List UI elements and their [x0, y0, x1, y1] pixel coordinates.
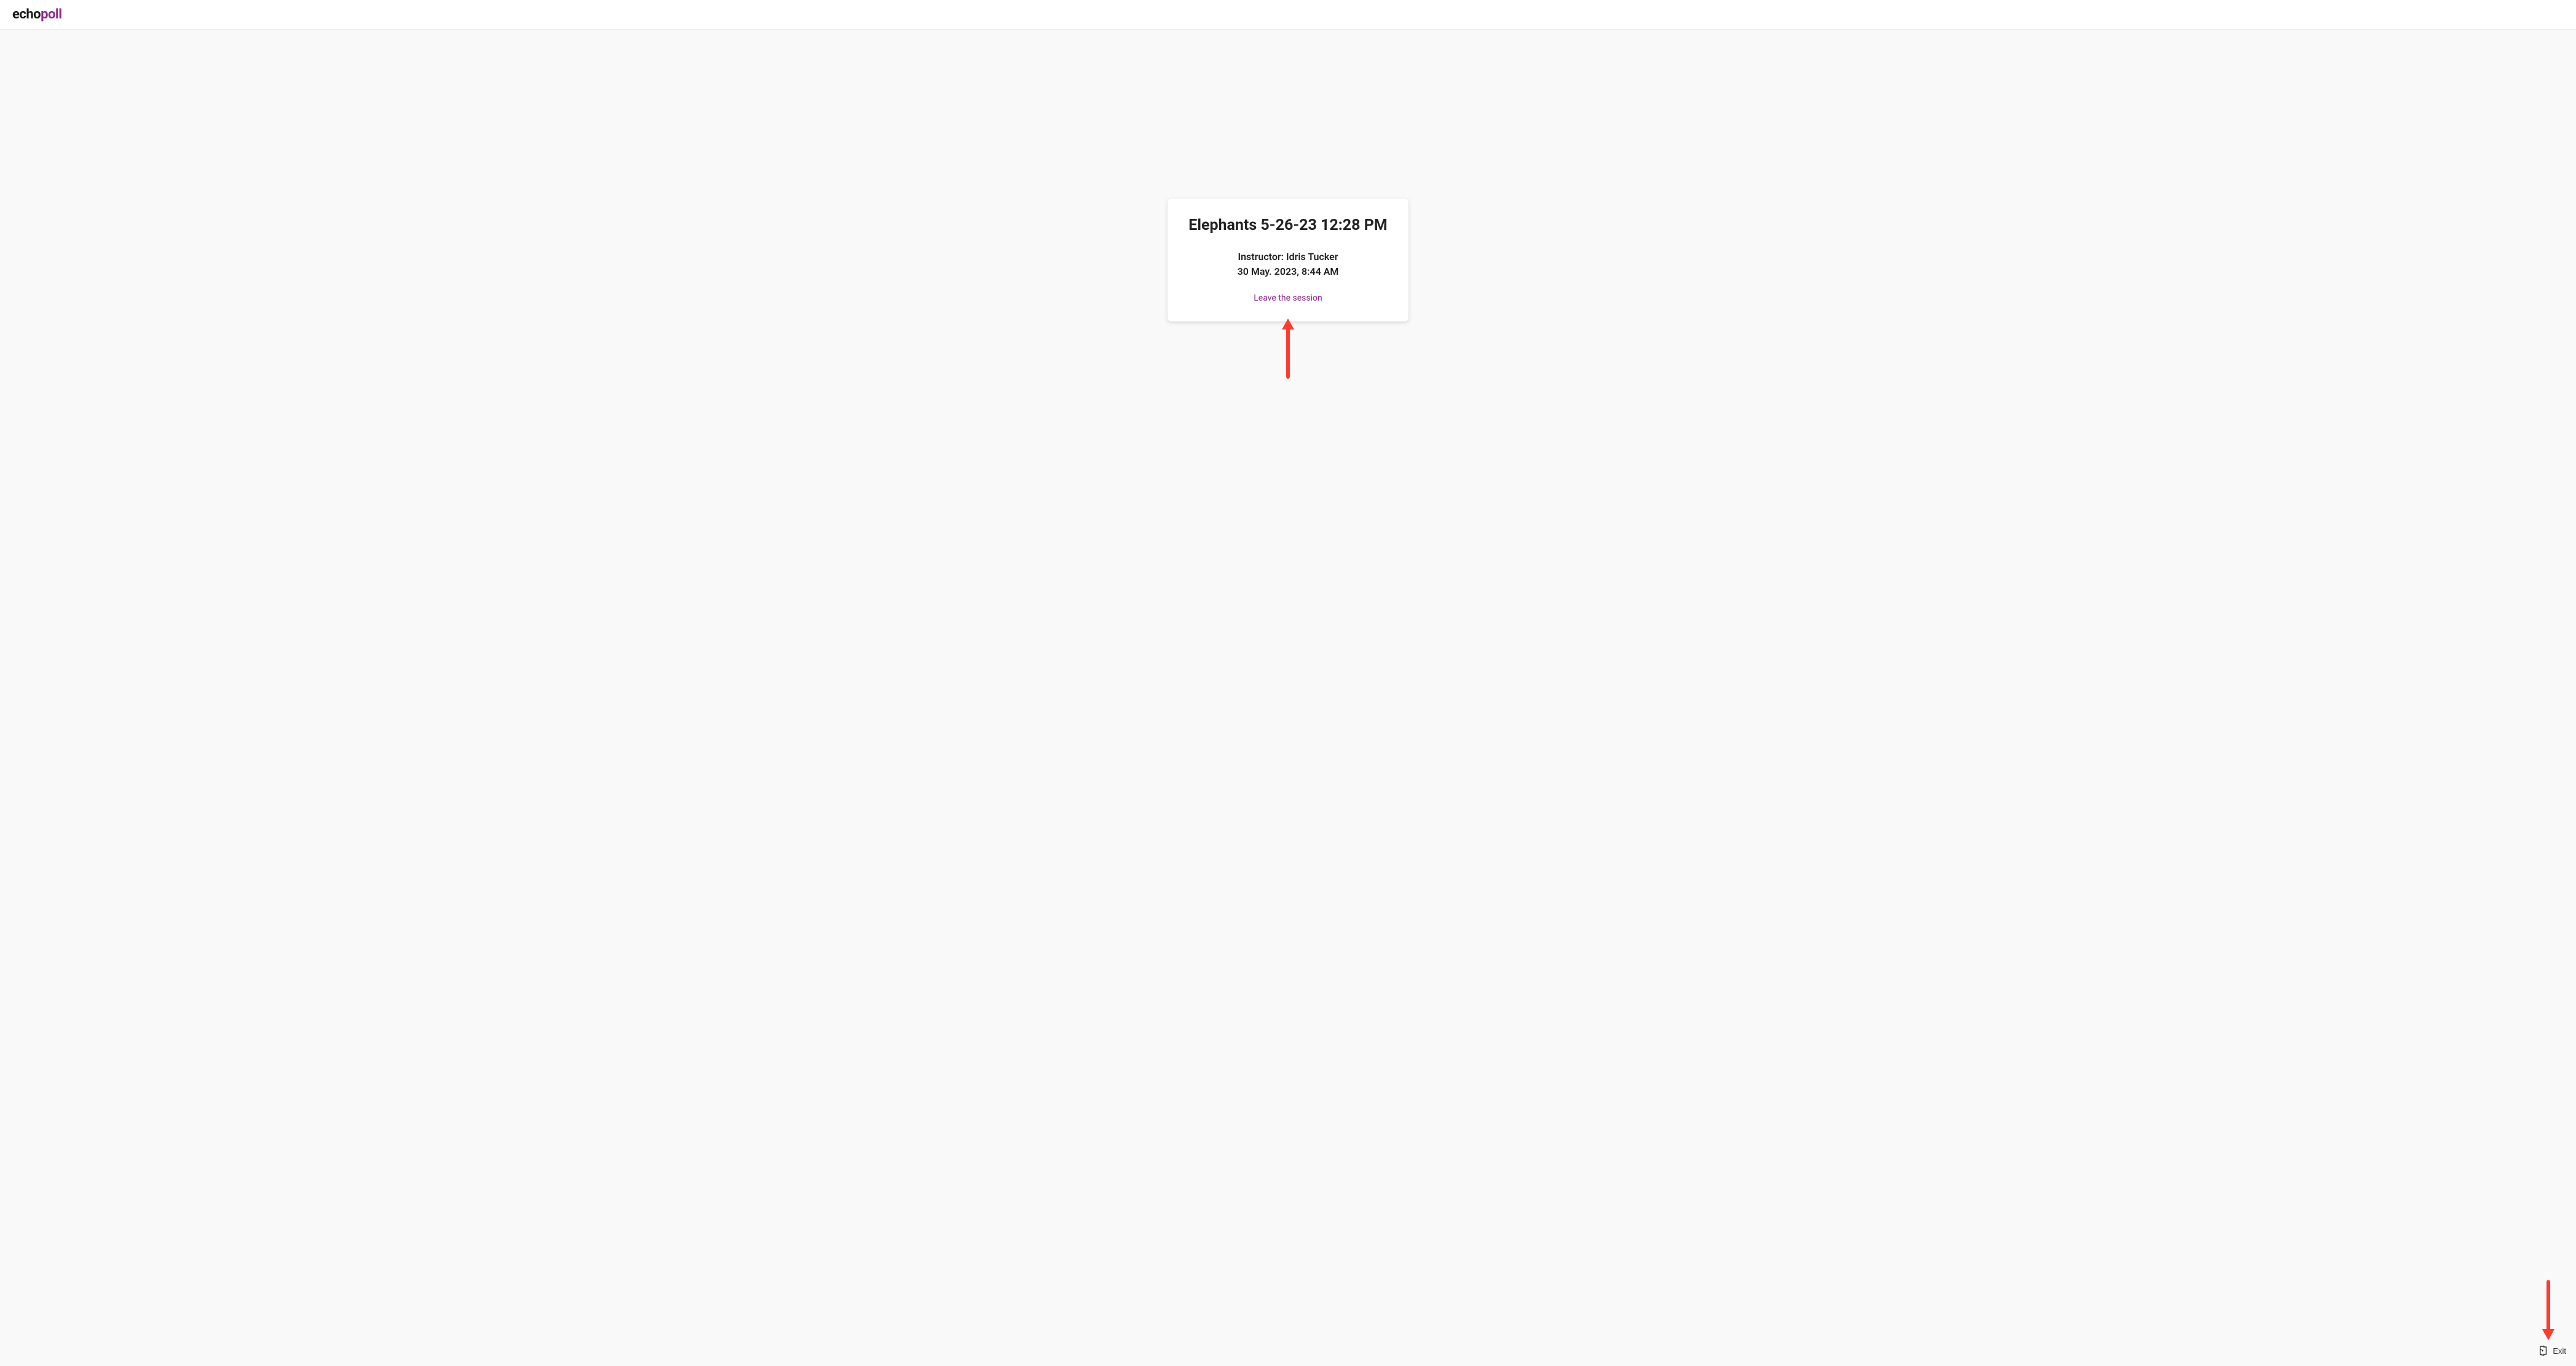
annotation-arrow-up — [1281, 318, 1295, 379]
app-header: echopoll — [0, 0, 2576, 30]
annotation-arrow-down — [2541, 1280, 2556, 1340]
exit-button-label: Exit — [2553, 1346, 2566, 1356]
session-title: Elephants 5-26-23 12:28 PM — [1186, 216, 1390, 236]
session-date: 30 May. 2023, 8:44 AM — [1186, 264, 1390, 279]
session-instructor: Instructor: Idris Tucker — [1186, 250, 1390, 264]
session-card: Elephants 5-26-23 12:28 PM Instructor: I… — [1167, 199, 1409, 322]
exit-icon — [2538, 1345, 2549, 1356]
logo-text-echo: echo — [12, 7, 41, 22]
exit-button[interactable]: Exit — [2535, 1343, 2569, 1359]
app-logo: echopoll — [12, 7, 62, 22]
main-content: Elephants 5-26-23 12:28 PM Instructor: I… — [0, 30, 2576, 322]
logo-text-poll: poll — [41, 7, 61, 22]
leave-session-link[interactable]: Leave the session — [1254, 293, 1322, 303]
